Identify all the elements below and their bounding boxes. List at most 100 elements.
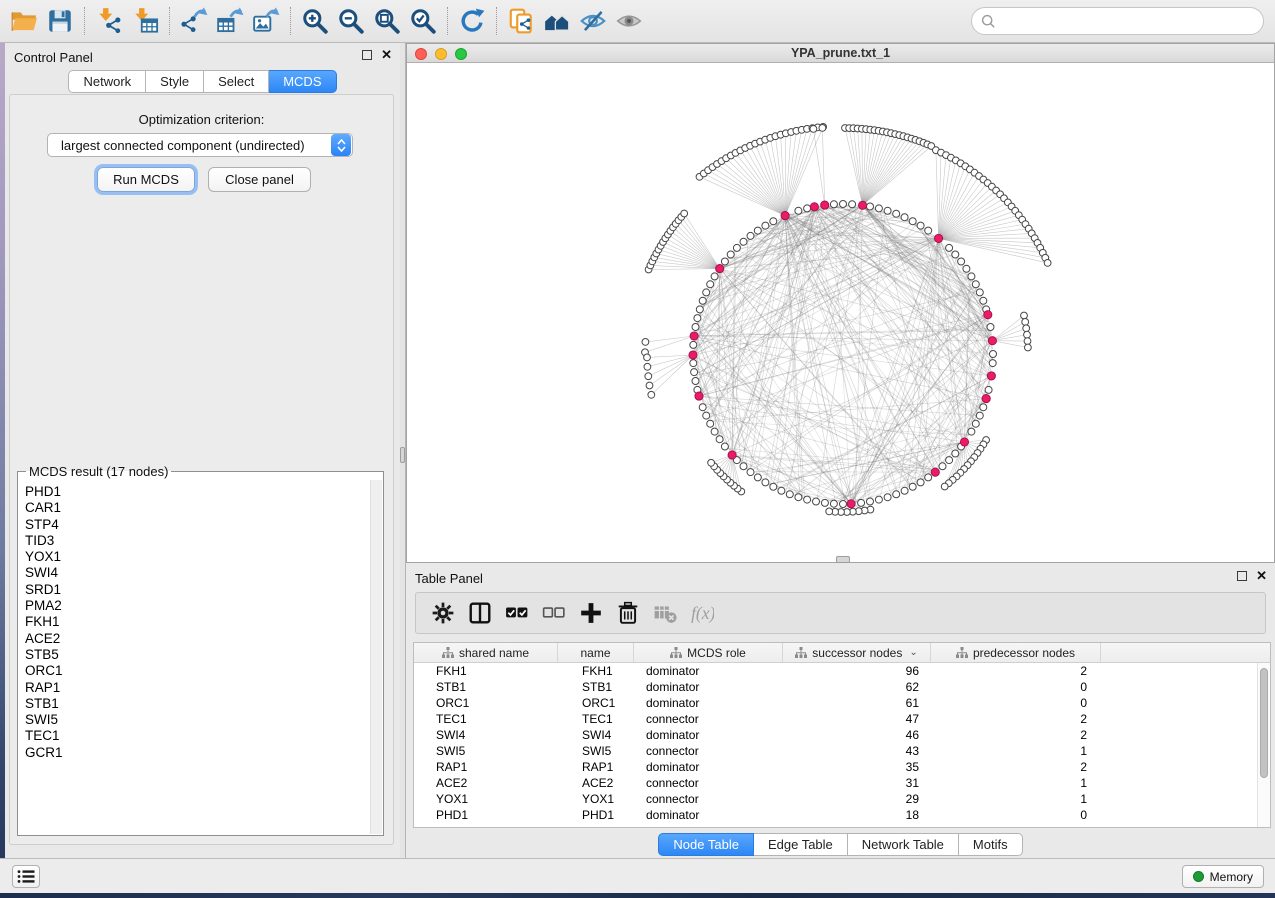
- table-cell[interactable]: 2: [931, 760, 1101, 774]
- network-node[interactable]: [946, 457, 953, 464]
- table-row[interactable]: FKH1FKH1dominator962: [414, 663, 1257, 679]
- table-cell[interactable]: 96: [783, 664, 931, 678]
- splitter-grip[interactable]: [400, 447, 405, 463]
- mcds-result-item[interactable]: PHD1: [25, 484, 370, 500]
- open-file-button[interactable]: [6, 3, 42, 39]
- network-node[interactable]: [727, 251, 734, 258]
- network-node[interactable]: [989, 360, 996, 367]
- export-table-button[interactable]: [212, 3, 248, 39]
- hide-selected-button[interactable]: [575, 3, 611, 39]
- network-node[interactable]: [893, 210, 900, 217]
- table-cell[interactable]: 2: [931, 712, 1101, 726]
- table-row[interactable]: SWI5SWI5connector431: [414, 743, 1257, 759]
- network-node[interactable]: [707, 420, 714, 427]
- show-all-button[interactable]: [611, 3, 647, 39]
- network-node[interactable]: [795, 494, 802, 501]
- table-cell[interactable]: TEC1: [414, 712, 558, 726]
- mcds-hub-node[interactable]: [935, 234, 943, 242]
- network-node[interactable]: [699, 297, 706, 304]
- network-node[interactable]: [830, 500, 837, 507]
- network-node[interactable]: [696, 306, 703, 313]
- table-cell[interactable]: connector: [634, 744, 783, 758]
- table-cell[interactable]: RAP1: [414, 760, 558, 774]
- network-node[interactable]: [721, 443, 728, 450]
- column-header-successor-nodes[interactable]: successor nodes⌄: [783, 643, 931, 662]
- optimization-criterion-dropdown[interactable]: largest connected component (undirected): [47, 133, 353, 157]
- network-node[interactable]: [703, 289, 710, 296]
- table-cell[interactable]: 61: [783, 696, 931, 710]
- network-node[interactable]: [958, 258, 965, 265]
- table-cell[interactable]: ORC1: [414, 696, 558, 710]
- network-node[interactable]: [692, 378, 699, 385]
- network-node[interactable]: [963, 265, 970, 272]
- table-cell[interactable]: 1: [931, 776, 1101, 790]
- network-node[interactable]: [762, 222, 769, 229]
- network-node[interactable]: [840, 501, 847, 508]
- mcds-hub-node[interactable]: [847, 500, 855, 508]
- table-cell[interactable]: RAP1: [558, 760, 634, 774]
- network-node[interactable]: [875, 496, 882, 503]
- leaf-node[interactable]: [826, 508, 833, 515]
- network-node[interactable]: [795, 207, 802, 214]
- mcds-result-item[interactable]: STB1: [25, 696, 370, 712]
- horizontal-splitter-grip[interactable]: [836, 556, 850, 563]
- network-node[interactable]: [747, 232, 754, 239]
- table-cell[interactable]: 18: [783, 808, 931, 822]
- zoom-out-button[interactable]: [333, 3, 369, 39]
- table-cell[interactable]: connector: [634, 792, 783, 806]
- table-row[interactable]: SWI4SWI4dominator462: [414, 727, 1257, 743]
- mcds-hub-node[interactable]: [695, 392, 703, 400]
- network-node[interactable]: [972, 420, 979, 427]
- network-node[interactable]: [946, 244, 953, 251]
- table-cell[interactable]: 1: [931, 792, 1101, 806]
- network-node[interactable]: [884, 207, 891, 214]
- table-row[interactable]: STB1STB1dominator620: [414, 679, 1257, 695]
- mcds-hub-node[interactable]: [689, 351, 697, 359]
- mcds-hub-node[interactable]: [988, 337, 996, 345]
- table-cell[interactable]: PHD1: [558, 808, 634, 822]
- table-cell[interactable]: 31: [783, 776, 931, 790]
- search-input[interactable]: [996, 10, 1263, 32]
- mcds-hub-node[interactable]: [960, 438, 968, 446]
- table-row[interactable]: ORC1ORC1dominator610: [414, 695, 1257, 711]
- leaf-node[interactable]: [1044, 260, 1051, 267]
- leaf-node[interactable]: [1023, 325, 1030, 332]
- mcds-result-item[interactable]: CAR1: [25, 500, 370, 516]
- table-cell[interactable]: ACE2: [414, 776, 558, 790]
- table-cell[interactable]: YOX1: [414, 792, 558, 806]
- table-cell[interactable]: 47: [783, 712, 931, 726]
- save-session-button[interactable]: [42, 3, 78, 39]
- network-node[interactable]: [939, 463, 946, 470]
- tab-node-table[interactable]: Node Table: [658, 833, 754, 856]
- sort-menu-icon[interactable]: ⌄: [909, 647, 917, 658]
- network-node[interactable]: [985, 386, 992, 393]
- network-node[interactable]: [804, 205, 811, 212]
- table-cell[interactable]: SWI5: [414, 744, 558, 758]
- table-cell[interactable]: SWI4: [414, 728, 558, 742]
- network-node[interactable]: [987, 324, 994, 331]
- network-node[interactable]: [830, 201, 837, 208]
- memory-button[interactable]: Memory: [1182, 865, 1264, 888]
- network-node[interactable]: [740, 238, 747, 245]
- network-node[interactable]: [754, 474, 761, 481]
- table-cell[interactable]: dominator: [634, 808, 783, 822]
- leaf-node[interactable]: [681, 210, 688, 217]
- network-node[interactable]: [968, 273, 975, 280]
- mcds-result-item[interactable]: SWI5: [25, 712, 370, 728]
- tab-edge-table[interactable]: Edge Table: [754, 833, 848, 856]
- zoom-fit-button[interactable]: [369, 3, 405, 39]
- network-node[interactable]: [968, 428, 975, 435]
- leaf-node[interactable]: [1025, 344, 1032, 351]
- network-node[interactable]: [952, 450, 959, 457]
- mcds-hub-node[interactable]: [821, 201, 829, 209]
- table-cell[interactable]: 1: [931, 744, 1101, 758]
- network-node[interactable]: [690, 360, 697, 367]
- network-node[interactable]: [778, 487, 785, 494]
- table-row[interactable]: PHD1PHD1dominator180: [414, 807, 1257, 823]
- table-cell[interactable]: STB1: [414, 680, 558, 694]
- mcds-hub-node[interactable]: [728, 451, 736, 459]
- mcds-result-item[interactable]: GCR1: [25, 745, 370, 761]
- tab-motifs[interactable]: Motifs: [959, 833, 1023, 856]
- float-table-panel-icon[interactable]: [1237, 571, 1247, 581]
- network-node[interactable]: [770, 483, 777, 490]
